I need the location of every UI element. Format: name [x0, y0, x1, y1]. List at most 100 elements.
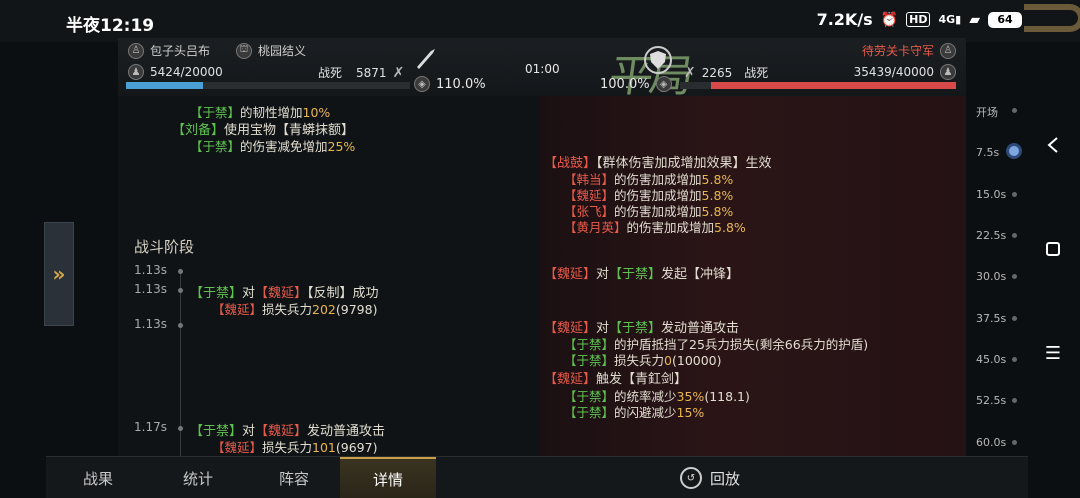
morale-icon: ◈: [655, 76, 672, 92]
time-mark[interactable]: 37.5s: [976, 312, 1006, 325]
time-dot: [1012, 357, 1017, 362]
status-bar: 半夜12:19 7.2K/s ⏰ HD 4G▮ ▰ 64: [0, 0, 1080, 42]
unit-name: 【于禁】: [190, 105, 241, 120]
player-icon: ♙: [940, 42, 956, 59]
log-text: 损失兵力: [262, 302, 313, 317]
log-text: (10000): [671, 353, 722, 368]
tab-result[interactable]: 战果: [46, 457, 150, 498]
timeline-dot: [178, 426, 183, 431]
time-mark[interactable]: 30.0s: [976, 270, 1006, 283]
log-text: 的伤害加成增加: [626, 220, 715, 235]
alarm-icon: ⏰: [880, 11, 899, 28]
log-line: 【于禁】损失兵力0(10000): [564, 350, 722, 369]
unit-name: 【黄月英】: [564, 220, 627, 235]
log-value: 101: [312, 440, 336, 455]
right-player: 待劳关卡守军 ♙: [862, 42, 956, 59]
log-line: 【魏延】损失兵力202(9798): [212, 299, 377, 318]
left-hp-fill: [126, 82, 203, 89]
alliance-icon: ⛫: [236, 42, 252, 59]
troop-icon: ♟: [940, 64, 956, 80]
timeline-dot: [178, 269, 183, 274]
log-value: 5.8%: [714, 220, 746, 235]
timestamp: 1.13s: [134, 282, 167, 296]
morale-icon: ◈: [414, 76, 430, 92]
unit-name: 【于禁】: [564, 405, 615, 420]
log-text: 触发【青釭剑】: [596, 372, 688, 387]
tab-lineup[interactable]: 阵容: [246, 457, 342, 498]
left-hp: ♟ 5424/20000: [128, 64, 223, 80]
log-line: 【魏延】损失兵力101(9697): [212, 437, 377, 456]
left-hp-bar: [126, 82, 410, 89]
log-value: 25%: [327, 139, 356, 154]
expand-panel-button[interactable]: »: [44, 222, 74, 326]
time-dot: [1012, 316, 1017, 321]
log-line: 【黄月英】的伤害加成增加5.8%: [564, 217, 746, 236]
left-morale: ◈ 110.0%: [414, 76, 486, 92]
left-alliance: ⛫ 桃园结义: [236, 42, 306, 59]
network-speed: 7.2K/s: [816, 10, 873, 29]
right-player-name: 待劳关卡守军: [861, 44, 934, 58]
log-text: (9798): [335, 302, 378, 317]
left-morale-value: 110.0%: [436, 76, 486, 92]
unit-name: 【魏延】: [212, 302, 263, 317]
log-text: (118.1): [704, 389, 750, 404]
time-mark[interactable]: 7.5s: [976, 146, 999, 159]
timestamp: 1.13s: [134, 317, 167, 331]
battle-log[interactable]: 【于禁】的韧性增加10% 【刘备】使用宝物【青蟒抹额】 【于禁】的伤害减免增加2…: [118, 96, 966, 456]
game-frame-cap: [1024, 4, 1080, 32]
log-text: 的韧性增加: [240, 105, 303, 120]
log-line: 【魏延】触发【青釭剑】: [544, 368, 687, 387]
battle-timer: 01:00: [525, 62, 560, 76]
right-dead: ✗ 2265 战死: [684, 64, 768, 81]
wifi-icon: ▰: [969, 11, 980, 28]
unit-name: 【魏延】: [212, 440, 263, 455]
log-value: 202: [312, 302, 336, 317]
left-dead-value: 5871: [356, 65, 387, 80]
unit-name: 【于禁】: [609, 267, 662, 282]
timestamp: 1.13s: [134, 263, 167, 277]
time-mark[interactable]: 15.0s: [976, 188, 1006, 201]
timeline-dot: [178, 323, 183, 328]
time-mark[interactable]: 45.0s: [976, 353, 1006, 366]
right-morale: 100.0% ◈: [600, 76, 672, 92]
status-icons: 7.2K/s ⏰ HD 4G▮ ▰ 64: [817, 10, 1022, 29]
time-mark[interactable]: 开场: [976, 104, 998, 120]
left-alliance-name: 桃园结义: [258, 44, 307, 58]
back-chevron-icon: [1047, 137, 1058, 153]
right-hp-bar: [680, 82, 956, 89]
replay-button[interactable]: ↺ 回放: [680, 457, 740, 498]
replay-icon: ↺: [680, 467, 702, 489]
right-hp: 35439/40000 ♟: [854, 64, 956, 80]
section-title: 战斗阶段: [134, 238, 195, 256]
dead-icon: ✗: [392, 64, 405, 81]
4g-signal-icon: 4G▮: [938, 13, 962, 26]
battery-icon: 64: [988, 11, 1022, 28]
left-dead-label: 战死: [318, 66, 343, 80]
menu-button[interactable]: ☰: [1038, 338, 1068, 368]
time-dot: [1012, 398, 1017, 403]
time-mark[interactable]: 60.0s: [976, 436, 1006, 449]
unit-name: 【于禁】: [190, 139, 241, 154]
timeline-dot: [178, 288, 183, 293]
log-text: 的闪避减少: [614, 405, 677, 420]
time-mark[interactable]: 22.5s: [976, 229, 1006, 242]
back-button[interactable]: [1038, 130, 1068, 160]
timestamp: 1.17s: [134, 420, 167, 434]
scrubber-handle[interactable]: [1006, 143, 1022, 159]
left-player-name: 包子头吕布: [150, 44, 211, 58]
log-text: 损失兵力: [614, 353, 665, 368]
log-value: 0: [664, 353, 672, 368]
log-text: 的伤害减免增加: [240, 139, 328, 154]
time-dot: [1012, 440, 1017, 445]
time-mark[interactable]: 52.5s: [976, 394, 1006, 407]
home-button[interactable]: [1038, 234, 1068, 264]
tab-stats[interactable]: 统计: [150, 457, 246, 498]
tab-details[interactable]: 详情: [340, 457, 436, 498]
log-line: 【魏延】对【于禁】发起【冲锋】: [544, 263, 739, 282]
left-dead: 战死 5871 ✗: [318, 64, 404, 81]
right-hp-value: 35439/40000: [853, 65, 934, 79]
hamburger-icon: ☰: [1044, 342, 1062, 364]
player-icon: ♙: [128, 42, 144, 59]
time-dot: [1012, 108, 1017, 113]
time-scrubber[interactable]: 开场 7.5s 15.0s 22.5s 30.0s 37.5s 45.0s 52…: [968, 96, 1028, 456]
